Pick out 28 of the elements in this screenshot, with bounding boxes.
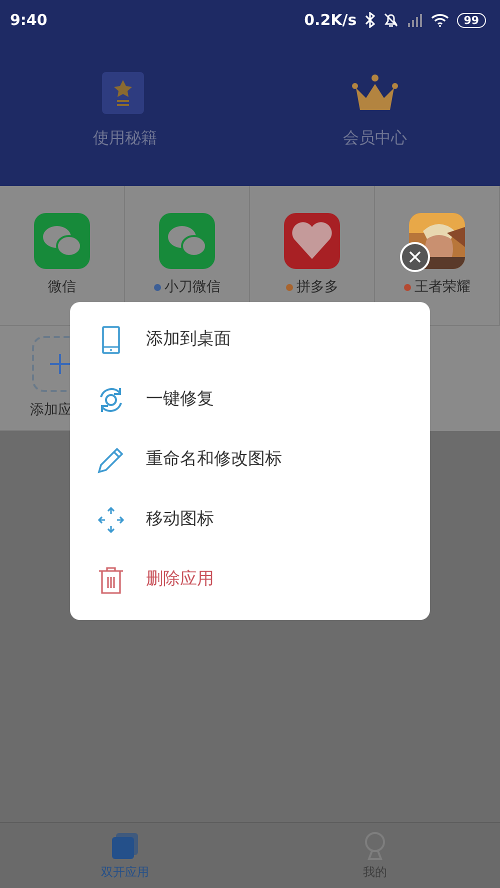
menu-item[interactable]: 删除应用: [70, 550, 430, 610]
app-label[interactable]: 王者荣耀: [414, 279, 470, 295]
move-icon: [96, 505, 126, 535]
menu-item[interactable]: 重命名和修改图标: [70, 430, 430, 490]
header-item-label[interactable]: 会员中心: [343, 126, 407, 150]
muted-bell-icon: [382, 12, 399, 28]
menu-item[interactable]: 一键修复: [70, 370, 430, 430]
status-time: 9:40: [10, 10, 48, 31]
bluetooth-icon: [364, 12, 375, 28]
heart-app-icon: [284, 213, 340, 269]
app-label[interactable]: 拼多多: [296, 279, 338, 295]
network-speed: 0.2K/s: [304, 10, 357, 31]
app-label[interactable]: 小刀微信: [164, 279, 220, 295]
app-label[interactable]: 添加应: [30, 400, 72, 420]
wifi-icon: [430, 13, 449, 27]
app-label[interactable]: 微信: [48, 277, 76, 298]
close-icon: [409, 251, 421, 263]
signal-icon: [406, 13, 423, 27]
chat-app-icon: [159, 213, 215, 269]
plus-icon: [48, 352, 72, 376]
trash-icon: [96, 565, 126, 595]
menu-item[interactable]: 移动图标: [70, 490, 430, 550]
menu-item[interactable]: 添加到桌面: [70, 310, 430, 370]
pencil-icon: [96, 445, 126, 475]
header-item-label[interactable]: 使用秘籍: [93, 126, 157, 150]
battery-level: 99: [456, 12, 486, 28]
apps-icon: [110, 830, 140, 860]
chat-app-icon: [34, 213, 90, 269]
